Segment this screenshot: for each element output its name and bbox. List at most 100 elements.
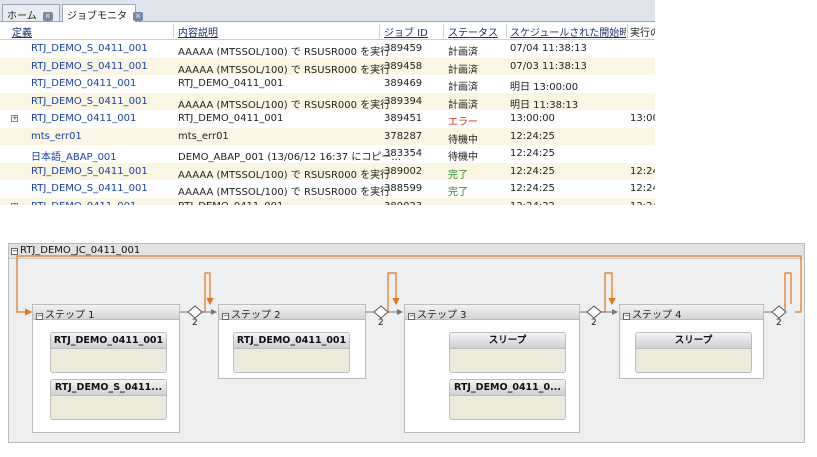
cell-definition[interactable]: RTJ_DEMO_S_0411_001 [31,61,148,72]
tab-job-monitor-label: ジョブモニタ [67,11,127,22]
job-node[interactable]: スリープ [449,332,566,373]
cell-definition[interactable]: RTJ_DEMO_S_0411_001 [31,43,148,54]
cell-description: RTJ_DEMO_0411_001 [178,201,283,206]
tab-bar: ホーム × ジョブモニタ × [0,0,655,22]
close-icon[interactable]: × [133,12,143,21]
cell-status: 計画済 [448,64,478,76]
table-row[interactable]: RTJ_DEMO_S_0411_001 AAAAA (MTSSOL/100) で … [0,162,655,181]
cell-description: AAAAA (MTSSOL/100) で RSUSR000 を実行 [178,169,391,181]
job-table: 定義 内容説明 ジョブ ID ステータス スケジュールされた開始時刻 実行の R… [0,22,655,205]
cell-job-id: 389002 [384,165,423,177]
cell-scheduled-start: 明日 11:38:13 [510,99,579,111]
cell-job-id: 378287 [384,130,423,142]
col-header-exec[interactable]: 実行の [630,24,655,38]
cell-description: AAAAA (MTSSOL/100) で RSUSR000 を実行 [178,99,391,111]
cell-scheduled-start: 12:24:25 [510,130,555,142]
cell-description: AAAAA (MTSSOL/100) で RSUSR000 を実行 [178,64,391,76]
job-node-label: RTJ_DEMO_S_0411... [51,380,166,396]
column-divider[interactable] [506,24,507,38]
cell-definition[interactable]: RTJ_DEMO_0411_001 [31,78,136,89]
table-row[interactable]: RTJ_DEMO_S_0411_001 AAAAA (MTSSOL/100) で … [0,180,655,198]
cell-definition[interactable]: mts_err01 [31,131,82,142]
cell-job-id: 389459 [384,43,423,54]
cell-scheduled-start: 12:24:25 [510,165,555,177]
cell-job-id: 389451 [384,113,423,124]
job-node[interactable]: RTJ_DEMO_0411_001 [233,332,350,373]
table-row[interactable]: RTJ_DEMO_0411_001 RTJ_DEMO_0411_001 389469… [0,75,655,93]
cell-job-id: 383354 [384,148,423,159]
cell-description: AAAAA (MTSSOL/100) で RSUSR000 を実行 [178,187,391,198]
cell-scheduled-start: 07/04 11:38:13 [510,43,587,54]
cell-definition[interactable]: 日本語_ABAP_001 [31,148,117,163]
cell-status: 計画済 [448,82,478,93]
cell-status: エラー [448,201,478,206]
job-node[interactable]: RTJ_DEMO_0411_0... [449,379,566,420]
cell-exec: 12:24 [630,201,655,206]
cell-status: 完了 [448,169,468,181]
cell-status: 計画済 [448,47,478,58]
cell-exec: 13:00 [630,113,655,124]
table-row[interactable]: 日本語_ABAP_001 DEMO_ABAP_001 (13/06/12 16:3… [0,145,655,163]
cell-status: 完了 [448,187,468,198]
column-divider[interactable] [443,24,444,38]
job-node-label: RTJ_DEMO_0411_001 [234,333,349,349]
cell-exec: 12:24 [630,183,655,194]
job-node[interactable]: スリープ [635,332,752,373]
col-header-definition[interactable]: 定義 [12,24,172,38]
cell-description: RTJ_DEMO_0411_001 [178,78,284,89]
collapse-icon[interactable]: − [36,313,43,320]
col-header-scheduled-start[interactable]: スケジュールされた開始時刻 [510,24,626,38]
table-row[interactable]: RTJ_DEMO_S_0411_001 AAAAA (MTSSOL/100) で … [0,40,655,58]
job-node[interactable]: RTJ_DEMO_0411_001 [50,332,167,373]
cell-scheduled-start: 12:24:25 [510,148,555,159]
col-header-status[interactable]: ステータス [448,24,506,38]
cell-job-id: 389023 [384,201,422,206]
cell-description: AAAAA (MTSSOL/100) で RSUSR000 を実行 [178,47,391,58]
step-title: − ステップ 2 [222,310,281,321]
collapse-icon[interactable]: − [408,313,415,320]
cell-definition[interactable]: RTJ_DEMO_S_0411_001 [31,166,148,177]
expand-icon[interactable]: + [11,202,18,205]
step-title: − ステップ 1 [36,310,95,321]
branch-count: 2 [591,318,597,328]
cell-definition[interactable]: RTJ_DEMO_0411_001 [31,113,136,124]
cell-job-id: 388599 [384,183,423,194]
tab-home[interactable]: ホーム × [2,4,60,22]
cell-status: 計画済 [448,99,478,111]
table-row[interactable]: RTJ_DEMO_S_0411_001 AAAAA (MTSSOL/100) で … [0,92,655,111]
column-divider[interactable] [379,24,380,38]
table-row[interactable]: + RTJ_DEMO_0411_001 RTJ_DEMO_0411_001 38945… [0,110,655,128]
job-node-label: RTJ_DEMO_0411_001 [51,333,166,349]
cell-description: mts_err01 [178,130,229,142]
col-header-description[interactable]: 内容説明 [178,24,378,38]
close-icon[interactable]: × [42,12,53,21]
step-title: − ステップ 4 [623,310,682,321]
cell-scheduled-start: 12:24:22 [510,201,555,206]
expand-icon[interactable]: + [11,115,18,122]
table-header: 定義 内容説明 ジョブ ID ステータス スケジュールされた開始時刻 実行の [0,22,655,40]
collapse-icon[interactable]: − [222,313,229,320]
cell-job-id: 389394 [384,95,423,107]
collapse-icon[interactable]: − [623,313,630,320]
tab-job-monitor[interactable]: ジョブモニタ × [62,4,143,22]
step-title: − ステップ 3 [408,310,467,321]
column-divider[interactable] [173,24,174,38]
cell-definition[interactable]: RTJ_DEMO_S_0411_001 [31,96,148,107]
cell-status: 待機中 [448,152,478,163]
cell-status: エラー [448,117,478,128]
table-row[interactable]: + RTJ_DEMO_0411_001 RTJ_DEMO_0411_001 38902… [0,197,655,206]
column-divider[interactable] [627,24,628,38]
cell-scheduled-start: 13:00:00 [510,113,555,124]
table-row[interactable]: RTJ_DEMO_S_0411_001 AAAAA (MTSSOL/100) で … [0,57,655,76]
job-node-label: RTJ_DEMO_0411_0... [450,380,565,396]
cell-definition[interactable]: RTJ_DEMO_0411_001 [31,201,136,206]
job-node-label: スリープ [450,333,565,349]
job-node[interactable]: RTJ_DEMO_S_0411... [50,379,167,420]
cell-status: 待機中 [448,134,478,146]
cell-definition[interactable]: RTJ_DEMO_S_0411_001 [31,183,148,194]
col-header-job-id[interactable]: ジョブ ID [384,24,442,38]
cell-job-id: 389458 [384,60,423,72]
branch-count: 2 [378,318,384,328]
table-row[interactable]: mts_err01 mts_err01 378287 待機中 12:24:25 [0,127,655,146]
cell-scheduled-start: 明日 13:00:00 [510,82,579,93]
